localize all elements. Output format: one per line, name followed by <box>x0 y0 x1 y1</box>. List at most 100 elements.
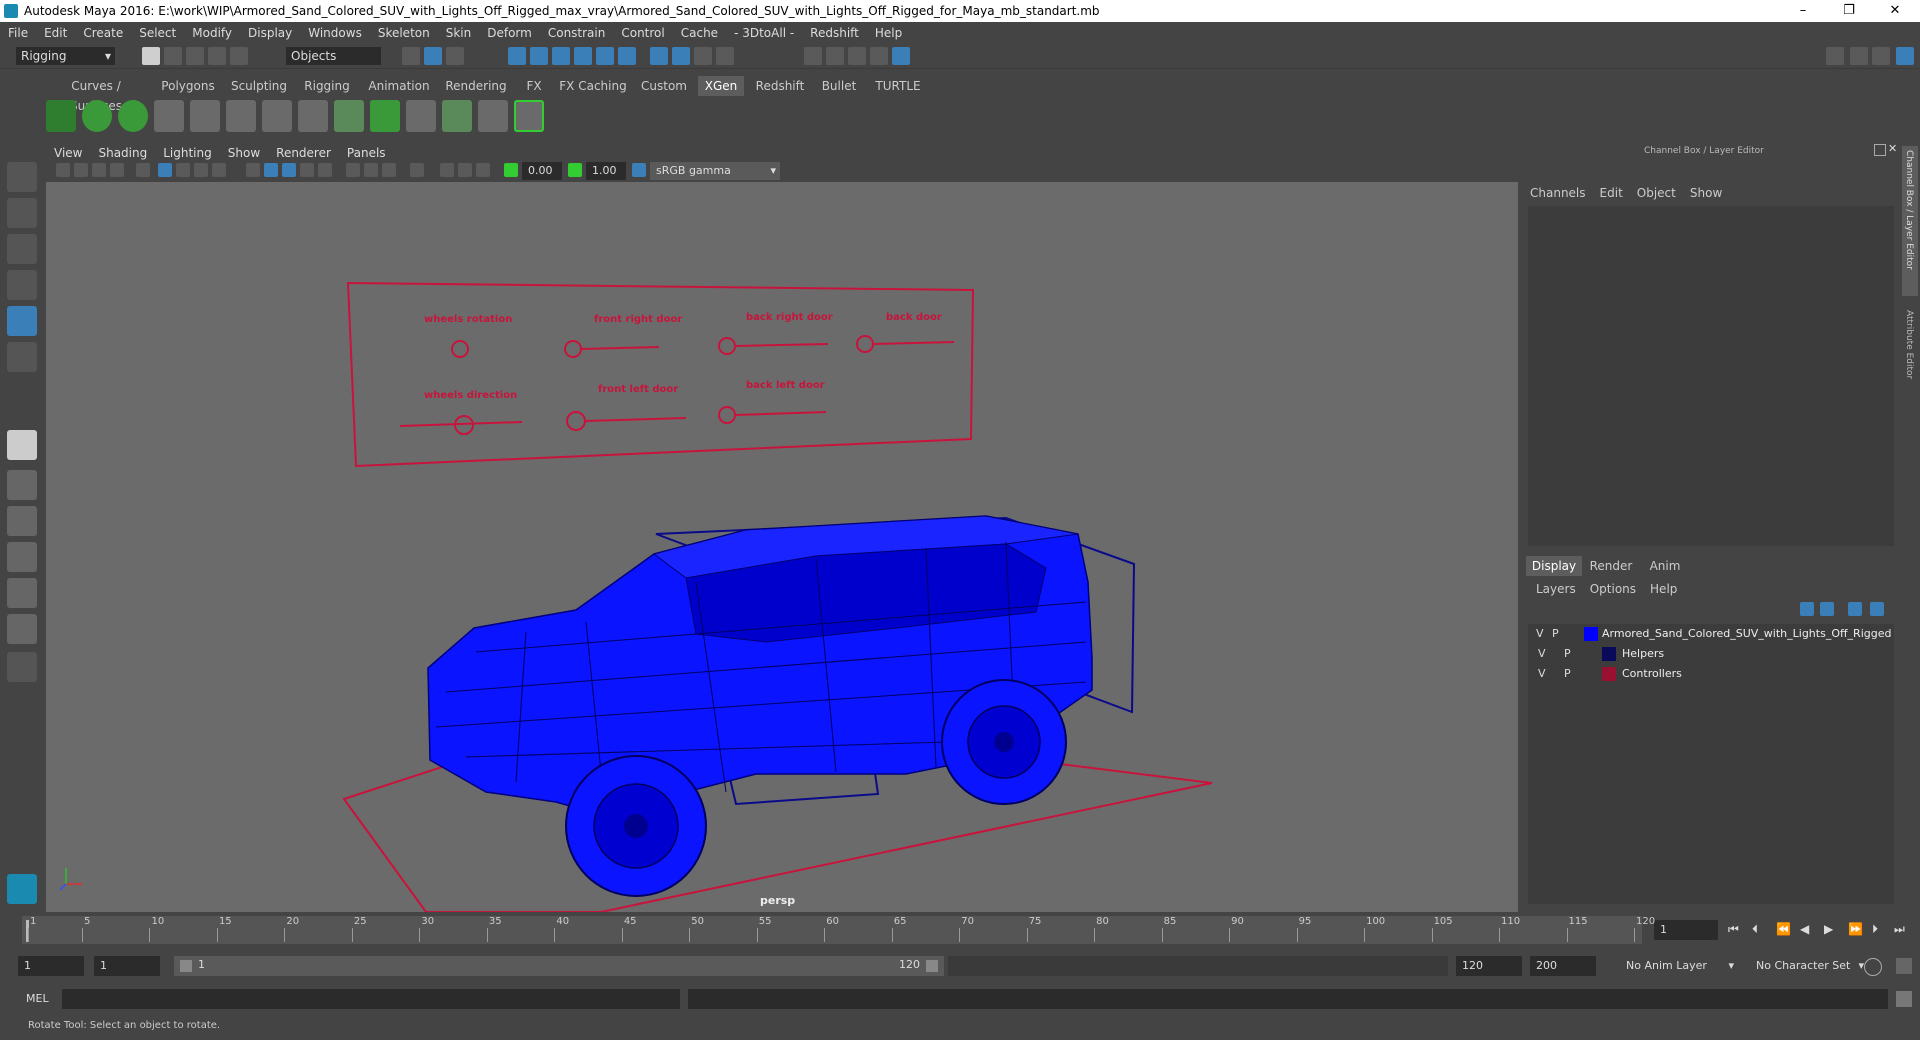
workspace-icon[interactable] <box>1826 47 1844 65</box>
render-view-icon[interactable] <box>804 47 822 65</box>
menu-modify[interactable]: Modify <box>184 22 240 44</box>
snap-live-icon[interactable] <box>596 47 614 65</box>
ipr-render-icon[interactable] <box>848 47 866 65</box>
gamma-field-toggle-icon[interactable] <box>568 163 582 177</box>
open-scene-icon[interactable] <box>164 47 182 65</box>
snap-point-icon[interactable] <box>552 47 570 65</box>
float-panel-icon[interactable] <box>1874 144 1886 156</box>
panel-menu-renderer[interactable]: Renderer <box>268 144 339 162</box>
layer-menu-layers[interactable]: Layers <box>1536 582 1576 596</box>
select-object-icon[interactable] <box>424 47 442 65</box>
xgen-preview-icon[interactable] <box>82 100 112 132</box>
layer-tab-display[interactable]: Display <box>1526 556 1582 576</box>
image-plane-icon[interactable] <box>110 163 124 177</box>
channel-menu-channels[interactable]: Channels <box>1530 186 1586 200</box>
layer-row[interactable]: V P Armored_Sand_Colored_SUV_with_Lights… <box>1528 624 1894 644</box>
select-hierarchy-icon[interactable] <box>402 47 420 65</box>
history-icon[interactable] <box>650 47 668 65</box>
layer-tab-render[interactable]: Render <box>1584 556 1638 576</box>
xgen-sculpt-guide-icon[interactable] <box>226 100 256 132</box>
snap-curve-icon[interactable] <box>530 47 548 65</box>
shelf-tab-fx[interactable]: FX <box>518 76 550 96</box>
resolution-gate-icon[interactable] <box>194 163 208 177</box>
xray-joints-icon[interactable] <box>440 163 454 177</box>
xgen-delete-icon[interactable] <box>514 100 544 132</box>
xgen-description-icon[interactable] <box>118 100 148 132</box>
panel-menu-lighting[interactable]: Lighting <box>155 144 220 162</box>
gamma-field[interactable]: 1.00 <box>586 162 626 180</box>
shelf-tab-xgen[interactable]: XGen <box>698 76 744 96</box>
ambient-occlusion-icon[interactable] <box>346 163 360 177</box>
menu-deform[interactable]: Deform <box>479 22 540 44</box>
select-tool-icon[interactable] <box>7 162 37 192</box>
channel-menu-object[interactable]: Object <box>1637 186 1676 200</box>
shelf-tab-animation[interactable]: Animation <box>364 76 434 96</box>
layer-menu-help[interactable]: Help <box>1650 582 1677 596</box>
layer-name[interactable]: Helpers <box>1622 644 1664 664</box>
bookmark-icon[interactable] <box>92 163 106 177</box>
shelf-tab-polygons[interactable]: Polygons <box>156 76 220 96</box>
motion-blur-icon[interactable] <box>364 163 378 177</box>
panel-menu-panels[interactable]: Panels <box>339 144 394 162</box>
auto-key-icon[interactable] <box>1864 958 1882 976</box>
step-back-key-icon[interactable]: ⏴ <box>1752 922 1758 937</box>
exposure-toggle-icon[interactable] <box>504 163 518 177</box>
smooth-shade-icon[interactable] <box>246 163 260 177</box>
snap-together-icon[interactable] <box>618 47 636 65</box>
shelf-tab-curves-surfaces[interactable]: Curves / Surfaces <box>44 76 148 113</box>
menu-cache[interactable]: Cache <box>673 22 726 44</box>
panel-menu-shading[interactable]: Shading <box>90 144 155 162</box>
layer-row[interactable]: V P Controllers <box>1528 664 1894 684</box>
minimize-button[interactable]: – <box>1780 0 1826 22</box>
layer-visibility-toggle[interactable]: V <box>1538 664 1546 684</box>
persp-outliner-layout-icon[interactable] <box>7 506 37 536</box>
range-slider[interactable]: 1 120 <box>174 956 944 976</box>
layer-color-swatch[interactable] <box>1584 627 1598 641</box>
wireframe-icon[interactable] <box>158 163 172 177</box>
modeling-toolkit-icon[interactable] <box>1850 47 1868 65</box>
menu-edit[interactable]: Edit <box>36 22 75 44</box>
construction-history-icon[interactable] <box>672 47 690 65</box>
new-layer-selected-icon[interactable] <box>1870 602 1884 616</box>
playback-end-field[interactable]: 120 <box>1456 956 1522 976</box>
time-slider[interactable]: 1 ⏮ ⏴ ⏪ ◀ ▶ ⏩ ⏵ ⏭ 1 5 10 15 20 25 30 35 40 45 50 55… <box>0 914 1920 946</box>
xgen-grass-icon[interactable] <box>334 100 364 132</box>
menu-3dtoall[interactable]: - 3DtoAll - <box>726 22 802 44</box>
hypershade-icon[interactable] <box>892 47 910 65</box>
xray-icon[interactable] <box>282 163 296 177</box>
camera-attributes-icon[interactable] <box>74 163 88 177</box>
menu-control[interactable]: Control <box>613 22 672 44</box>
save-scene-icon[interactable] <box>186 47 204 65</box>
menu-set-dropdown[interactable]: Rigging ▾ <box>16 47 115 65</box>
snap-grid-icon[interactable] <box>508 47 526 65</box>
snap-view-plane-icon[interactable] <box>574 47 592 65</box>
suv-wireframe[interactable] <box>427 515 1093 897</box>
film-gate-icon[interactable] <box>176 163 190 177</box>
layer-visibility-toggle[interactable]: V <box>1536 624 1544 644</box>
shelf-tab-fx-caching[interactable]: FX Caching <box>558 76 628 96</box>
range-slider-start-handle[interactable] <box>180 960 192 972</box>
layer-visibility-toggle[interactable]: V <box>1538 644 1546 664</box>
preferences-icon[interactable] <box>1896 958 1912 974</box>
xray-active-icon[interactable] <box>458 163 472 177</box>
layer-tab-anim[interactable]: Anim <box>1640 556 1690 576</box>
command-input[interactable] <box>62 989 680 1009</box>
safe-action-icon[interactable] <box>212 163 226 177</box>
layer-menu-options[interactable]: Options <box>1590 582 1636 596</box>
paint-select-tool-icon[interactable] <box>7 234 37 264</box>
step-forward-frame-icon[interactable]: ⏩ <box>1848 922 1863 936</box>
step-back-frame-icon[interactable]: ⏪ <box>1776 922 1791 936</box>
select-component-icon[interactable] <box>446 47 464 65</box>
hypershade-layout-icon[interactable] <box>7 614 37 644</box>
shelf-tab-turtle[interactable]: TURTLE <box>870 76 926 96</box>
input-ops-icon[interactable] <box>716 47 734 65</box>
channel-menu-edit[interactable]: Edit <box>1600 186 1623 200</box>
grid-icon[interactable] <box>136 163 150 177</box>
layer-playback-toggle[interactable]: P <box>1552 624 1559 644</box>
use-lights-icon[interactable] <box>300 163 314 177</box>
rotate-tool-icon[interactable] <box>7 306 37 336</box>
xgen-lock-icon[interactable] <box>298 100 328 132</box>
redo-icon[interactable] <box>230 47 248 65</box>
layer-row[interactable]: V P Helpers <box>1528 644 1894 664</box>
undo-icon[interactable] <box>208 47 226 65</box>
